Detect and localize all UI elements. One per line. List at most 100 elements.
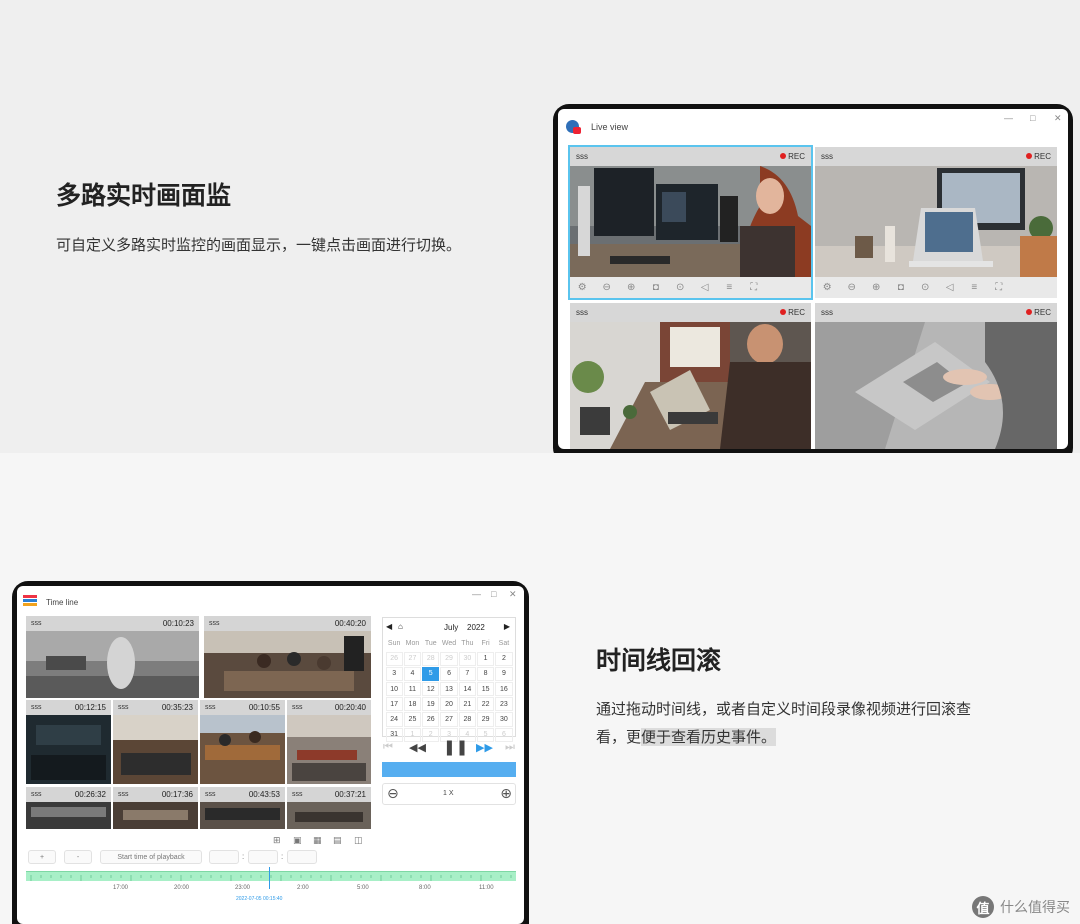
prev-month-icon[interactable]: ◀: [386, 622, 392, 631]
snapshot-icon[interactable]: ◘: [644, 282, 669, 293]
camera-tile-1[interactable]: sss REC ⚙ ⊖ ⊕ ◘ ⊙ ◁ ≡ ⛶: [568, 145, 813, 300]
zoom-in-icon[interactable]: ⊕: [864, 282, 889, 293]
calendar-day[interactable]: 23: [495, 697, 513, 712]
settings-icon[interactable]: ⚙: [815, 282, 840, 293]
calendar-day[interactable]: 5: [422, 666, 440, 682]
calendar-day[interactable]: 28: [422, 651, 440, 666]
calendar-day[interactable]: 8: [476, 666, 495, 682]
pause-icon[interactable]: ❚❚: [443, 738, 468, 756]
volume-icon[interactable]: ◁: [693, 282, 718, 293]
calendar-day[interactable]: 24: [385, 712, 403, 727]
playback-tile[interactable]: sss 00:43:53: [200, 787, 285, 829]
camera-tile-2[interactable]: sss REC ⚙ ⊖ ⊕ ◘ ⊙ ◁ ≡ ⛶: [815, 147, 1057, 298]
zoom-out-icon[interactable]: ⊖: [840, 282, 865, 293]
menu-icon[interactable]: ≡: [717, 282, 742, 293]
calendar-day[interactable]: 14: [458, 682, 476, 697]
settings-icon[interactable]: ⚙: [570, 282, 595, 293]
record-icon[interactable]: ⊙: [913, 282, 938, 293]
start-time-button[interactable]: Start time of playback: [100, 850, 202, 864]
playback-tile[interactable]: sss 00:20:40: [287, 700, 371, 784]
calendar-day[interactable]: 26: [422, 712, 440, 727]
calendar-day[interactable]: 1: [476, 651, 495, 666]
zoom-in-icon[interactable]: ⊕: [619, 282, 644, 293]
calendar-day[interactable]: 1: [403, 727, 422, 742]
hour-input[interactable]: [209, 850, 239, 864]
calendar-day[interactable]: 28: [458, 712, 476, 727]
next-month-icon[interactable]: ▶: [504, 622, 510, 631]
calendar-day[interactable]: 21: [458, 697, 476, 712]
close-icon[interactable]: ✕: [1054, 113, 1062, 124]
calendar-day[interactable]: 12: [422, 682, 440, 697]
playback-tile[interactable]: sss 00:37:21: [287, 787, 371, 829]
volume-icon[interactable]: ◁: [938, 282, 963, 293]
calendar-day[interactable]: 5: [476, 727, 495, 742]
skip-start-icon[interactable]: ⏮: [383, 741, 393, 754]
calendar-day[interactable]: 19: [422, 697, 440, 712]
calendar-day[interactable]: 29: [440, 651, 458, 666]
layout-grid-4-icon[interactable]: ⊞: [273, 835, 281, 846]
calendar-day[interactable]: 30: [458, 651, 476, 666]
playback-feed: [113, 715, 198, 784]
calendar-day[interactable]: 6: [440, 666, 458, 682]
calendar-day[interactable]: 15: [476, 682, 495, 697]
calendar-day[interactable]: 13: [440, 682, 458, 697]
calendar-day[interactable]: 27: [403, 651, 422, 666]
playback-progress-bar[interactable]: [382, 762, 516, 777]
speed-down-icon[interactable]: ⊖: [387, 785, 399, 802]
menu-icon[interactable]: ≡: [962, 282, 987, 293]
fast-forward-icon[interactable]: ▶▶: [476, 741, 493, 754]
second-input[interactable]: [287, 850, 317, 864]
record-icon[interactable]: ⊙: [668, 282, 693, 293]
maximize-icon[interactable]: □: [1030, 113, 1035, 123]
maximize-icon[interactable]: □: [491, 589, 496, 599]
playback-tile[interactable]: sss 00:35:23: [113, 700, 198, 784]
zoom-out-icon[interactable]: ⊖: [595, 282, 620, 293]
layout-grid-9-icon[interactable]: ▦: [313, 835, 322, 846]
camera-tile-4[interactable]: sss REC: [815, 303, 1057, 449]
calendar-day[interactable]: 27: [440, 712, 458, 727]
layout-grid-6-icon[interactable]: ▣: [293, 835, 302, 846]
home-icon[interactable]: ⌂: [398, 622, 403, 631]
skip-end-icon[interactable]: ⏭: [505, 741, 515, 754]
calendar-day[interactable]: 31: [385, 727, 403, 742]
calendar-day[interactable]: 11: [403, 682, 422, 697]
calendar-day[interactable]: 3: [385, 666, 403, 682]
playback-tile[interactable]: sss 00:10:23: [26, 616, 199, 698]
calendar-day[interactable]: 2: [422, 727, 440, 742]
calendar-day[interactable]: 2: [495, 651, 513, 666]
playback-tile[interactable]: sss 00:40:20: [204, 616, 371, 698]
fullscreen-icon[interactable]: ⛶: [742, 282, 767, 293]
layout-grid-16-icon[interactable]: ▤: [333, 835, 342, 846]
calendar-day[interactable]: 25: [403, 712, 422, 727]
playback-tile[interactable]: sss 00:17:36: [113, 787, 198, 829]
calendar-day[interactable]: 16: [495, 682, 513, 697]
fullscreen-icon[interactable]: ⛶: [987, 282, 1012, 293]
zoom-out-timeline-button[interactable]: -: [64, 850, 92, 864]
calendar-day[interactable]: 26: [385, 651, 403, 666]
calendar-day[interactable]: 17: [385, 697, 403, 712]
playback-tile[interactable]: sss 00:12:15: [26, 700, 111, 784]
calendar-day[interactable]: 29: [476, 712, 495, 727]
layout-single-icon[interactable]: ◫: [354, 835, 363, 846]
calendar-day[interactable]: 22: [476, 697, 495, 712]
calendar-day[interactable]: 18: [403, 697, 422, 712]
close-icon[interactable]: ✕: [509, 589, 517, 600]
playback-tile[interactable]: sss 00:26:32: [26, 787, 111, 829]
timeline-track[interactable]: [26, 871, 522, 881]
calendar-day[interactable]: 7: [458, 666, 476, 682]
minimize-icon[interactable]: —: [472, 589, 481, 599]
zoom-in-timeline-button[interactable]: +: [28, 850, 56, 864]
calendar-day[interactable]: 6: [495, 727, 513, 742]
calendar-day[interactable]: 20: [440, 697, 458, 712]
calendar-day[interactable]: 10: [385, 682, 403, 697]
calendar-day[interactable]: 9: [495, 666, 513, 682]
minimize-icon[interactable]: —: [1004, 113, 1013, 123]
rewind-icon[interactable]: ◀◀: [409, 741, 426, 754]
speed-up-icon[interactable]: ⊕: [500, 785, 512, 802]
camera-tile-3[interactable]: sss REC: [570, 303, 811, 449]
calendar-day[interactable]: 30: [495, 712, 513, 727]
calendar-day[interactable]: 4: [403, 666, 422, 682]
playback-tile[interactable]: sss 00:10:55: [200, 700, 285, 784]
snapshot-icon[interactable]: ◘: [889, 282, 914, 293]
minute-input[interactable]: [248, 850, 278, 864]
